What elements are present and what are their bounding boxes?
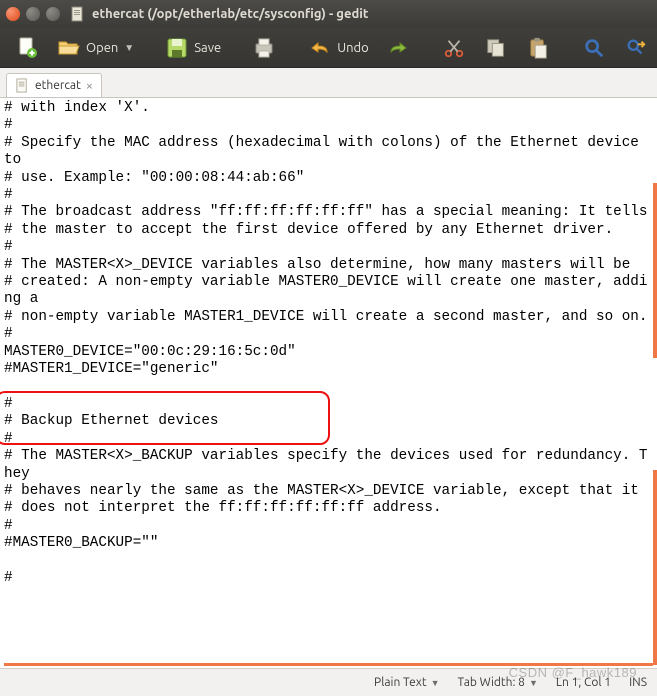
copy-button[interactable] — [477, 31, 515, 65]
tab-close-button[interactable]: × — [86, 79, 93, 93]
tab-width-label: Tab Width: 8 — [457, 676, 524, 689]
printer-icon — [251, 35, 277, 61]
cut-button[interactable] — [435, 31, 473, 65]
print-button[interactable] — [245, 31, 283, 65]
new-file-icon — [14, 35, 40, 61]
redo-button[interactable] — [379, 31, 417, 65]
chevron-down-icon: ▼ — [124, 42, 134, 54]
cursor-position: Ln 1, Col 1 — [556, 676, 611, 689]
paste-button[interactable] — [519, 31, 557, 65]
window-titlebar: ethercat (/opt/etherlab/etc/sysconfig) -… — [0, 0, 657, 28]
replace-button[interactable] — [617, 31, 655, 65]
status-bar: Plain Text ▼ Tab Width: 8 ▼ Ln 1, Col 1 … — [0, 668, 657, 696]
undo-label: Undo — [337, 41, 369, 55]
syntax-selector[interactable]: Plain Text ▼ — [374, 676, 439, 689]
undo-button[interactable]: Undo — [301, 31, 375, 65]
save-label: Save — [194, 41, 221, 55]
window-minimize-button[interactable] — [26, 7, 40, 21]
undo-icon — [307, 35, 333, 61]
syntax-label: Plain Text — [374, 676, 427, 689]
paste-icon — [525, 35, 551, 61]
folder-open-icon — [56, 35, 82, 61]
text-editor[interactable]: # with index 'X'. # # Specify the MAC ad… — [0, 98, 657, 668]
app-icon — [70, 6, 86, 22]
insert-mode-indicator[interactable]: INS — [629, 676, 647, 689]
new-file-button[interactable] — [8, 31, 46, 65]
insert-mode-label: INS — [629, 676, 647, 689]
main-toolbar: Open ▼ Save Undo — [0, 28, 657, 68]
overview-strip — [653, 470, 657, 665]
chevron-down-icon: ▼ — [529, 678, 538, 688]
tab-width-selector[interactable]: Tab Width: 8 ▼ — [457, 676, 537, 689]
tab-filename: ethercat — [35, 79, 81, 92]
document-tabbar: ethercat × — [0, 68, 657, 98]
overview-strip-bottom — [4, 663, 653, 666]
chevron-down-icon: ▼ — [431, 678, 440, 688]
overview-strip — [653, 183, 657, 358]
document-tab[interactable]: ethercat × — [6, 73, 102, 97]
find-replace-icon — [623, 35, 649, 61]
save-icon — [164, 35, 190, 61]
search-icon — [581, 35, 607, 61]
window-maximize-button[interactable] — [46, 7, 60, 21]
window-close-button[interactable] — [6, 7, 20, 21]
window-title: ethercat (/opt/etherlab/etc/sysconfig) -… — [92, 7, 368, 21]
save-button[interactable]: Save — [158, 31, 227, 65]
copy-icon — [483, 35, 509, 61]
open-button[interactable]: Open ▼ — [50, 31, 140, 65]
document-icon — [15, 78, 30, 93]
redo-icon — [385, 35, 411, 61]
open-label: Open — [86, 41, 118, 55]
scissors-icon — [441, 35, 467, 61]
search-button[interactable] — [575, 31, 613, 65]
editor-content: # with index 'X'. # # Specify the MAC ad… — [4, 100, 647, 586]
cursor-position-label: Ln 1, Col 1 — [556, 676, 611, 689]
